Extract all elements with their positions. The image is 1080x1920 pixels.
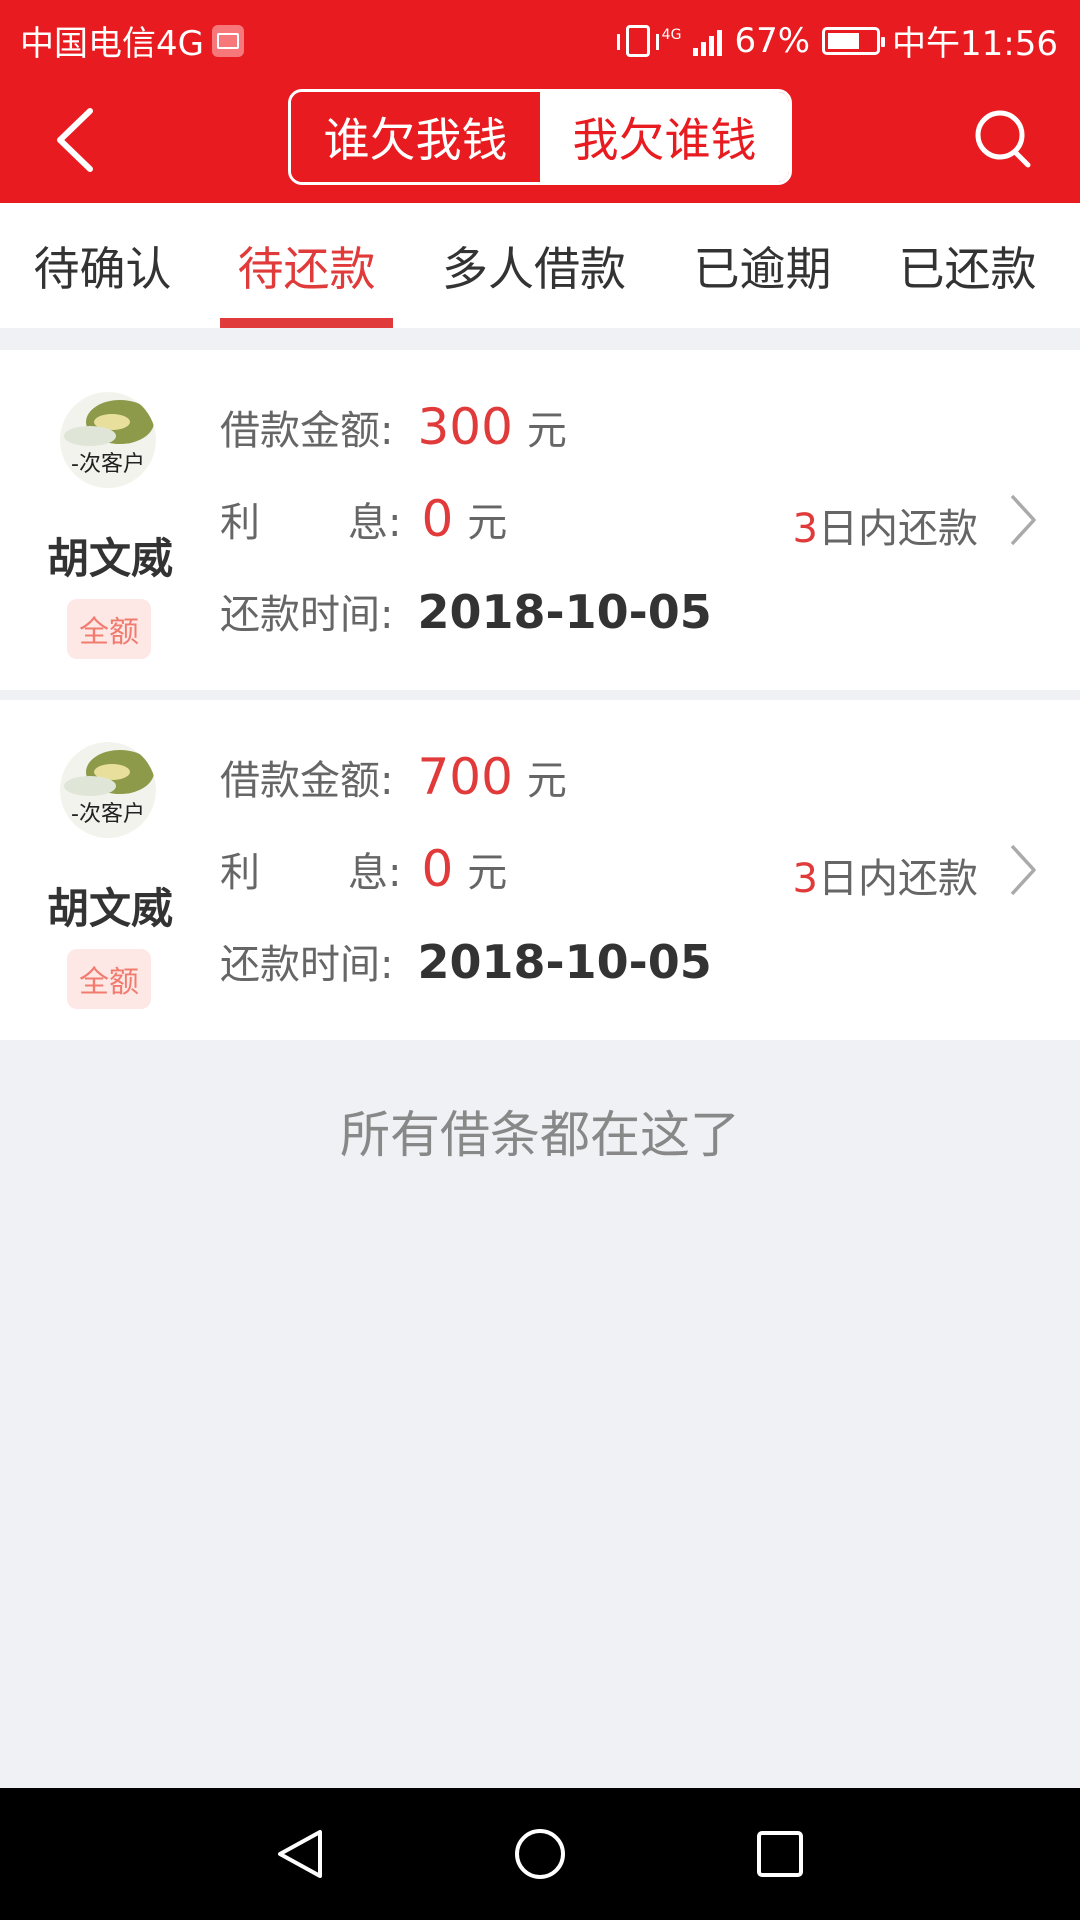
search-icon[interactable]	[972, 107, 1032, 171]
circle-home-icon[interactable]	[510, 1824, 570, 1884]
borrower-name: 胡文威	[46, 534, 173, 583]
vibrate-icon	[616, 24, 659, 57]
chevron-right-icon[interactable]	[1008, 492, 1038, 548]
amount-value: 700	[417, 748, 513, 806]
interest-label-first: 利	[220, 500, 260, 546]
tab-label: 待还款	[237, 241, 376, 296]
interest-colon: :	[388, 500, 402, 546]
tab-pending-repay[interactable]: 待还款	[220, 203, 393, 328]
segment-i-owe[interactable]: 我欠谁钱	[540, 92, 789, 182]
date-label: 还款时间:	[220, 592, 394, 638]
interest-row: 利 息 : 0 元	[220, 490, 507, 548]
borrower-name: 胡文威	[46, 884, 173, 933]
avatar-text: -次客户	[71, 802, 145, 827]
clock: 中午11:56	[892, 24, 1058, 64]
due-suffix: 日内还款	[818, 506, 978, 552]
amount-unit: 元	[526, 408, 567, 454]
repay-date: 2018-10-05	[417, 935, 712, 989]
top-bar: 中国电信4G 4G 67% 中午11:56 谁欠我钱 我欠谁钱	[0, 0, 1080, 203]
status-right: 4G 67% 中午11:56	[616, 16, 1058, 65]
amount-value: 300	[417, 398, 513, 456]
chevron-right-icon[interactable]	[1008, 842, 1038, 898]
amount-unit: 元	[526, 758, 567, 804]
due-days: 3	[792, 856, 818, 902]
tab-overdue[interactable]: 已逾期	[690, 203, 835, 328]
square-recent-icon[interactable]	[750, 1824, 810, 1884]
due-suffix: 日内还款	[818, 856, 978, 902]
amount-label: 借款金额:	[220, 758, 394, 804]
tab-label: 待确认	[33, 241, 172, 296]
interest-label-second: 息	[348, 850, 388, 896]
tab-label: 多人借款	[442, 241, 626, 296]
tab-repaid[interactable]: 已还款	[895, 203, 1040, 328]
due-notice: 3日内还款	[793, 846, 978, 904]
end-of-list-text: 所有借条都在这了	[340, 1106, 740, 1164]
interest-row: 利 息 : 0 元	[220, 840, 507, 898]
loan-card[interactable]: -次客户 胡文威 全额 借款金额: 300 元 利 息 : 0 元 还款时间: …	[0, 350, 1080, 690]
due-days: 3	[792, 506, 818, 552]
tab-multi-borrow[interactable]: 多人借款	[438, 203, 630, 328]
avatar: -次客户	[60, 742, 156, 838]
status-badge: 全额	[67, 949, 151, 1009]
tab-label: 已逾期	[693, 241, 832, 296]
active-tab-indicator	[220, 318, 393, 328]
battery-percent: 67%	[734, 20, 811, 61]
amount-row: 借款金额: 700 元	[220, 748, 567, 806]
amount-row: 借款金额: 300 元	[220, 398, 567, 456]
app-header: 谁欠我钱 我欠谁钱	[0, 75, 1080, 203]
interest-label: 利 息	[220, 840, 388, 898]
interest-value: 0	[421, 840, 454, 898]
avatar-text: -次客户	[71, 452, 145, 477]
date-label: 还款时间:	[220, 942, 394, 988]
interest-value: 0	[421, 490, 454, 548]
tab-pending-confirm[interactable]: 待确认	[30, 203, 175, 328]
status-tabs: 待确认 待还款 多人借款 已逾期 已还款	[0, 203, 1080, 328]
loan-card[interactable]: -次客户 胡文威 全额 借款金额: 700 元 利 息 : 0 元 还款时间: …	[0, 700, 1080, 1040]
amount-label: 借款金额:	[220, 408, 394, 454]
back-chevron-left-icon[interactable]	[48, 105, 108, 175]
carrier-label: 中国电信4G	[20, 24, 204, 64]
status-badge: 全额	[67, 599, 151, 659]
date-row: 还款时间: 2018-10-05	[220, 582, 712, 640]
interest-label: 利 息	[220, 490, 388, 548]
debt-direction-switch: 谁欠我钱 我欠谁钱	[288, 89, 792, 185]
due-notice: 3日内还款	[793, 496, 978, 554]
status-bar: 中国电信4G 4G 67% 中午11:56	[0, 0, 1080, 75]
interest-label-second: 息	[348, 500, 388, 546]
tab-label: 已还款	[898, 241, 1037, 296]
interest-colon: :	[388, 850, 402, 896]
status-left: 中国电信4G	[20, 16, 244, 65]
message-notification-icon	[211, 24, 244, 57]
system-nav-bar	[0, 1788, 1080, 1920]
date-row: 还款时间: 2018-10-05	[220, 932, 712, 990]
triangle-back-icon[interactable]	[270, 1824, 330, 1884]
network-type-label: 4G	[661, 26, 682, 43]
avatar: -次客户	[60, 392, 156, 488]
repay-date: 2018-10-05	[417, 585, 712, 639]
segment-owed-to-me[interactable]: 谁欠我钱	[291, 92, 540, 182]
interest-unit: 元	[467, 500, 508, 546]
interest-unit: 元	[467, 850, 508, 896]
signal-icon	[693, 26, 723, 56]
interest-label-first: 利	[220, 850, 260, 896]
battery-icon	[822, 26, 886, 55]
